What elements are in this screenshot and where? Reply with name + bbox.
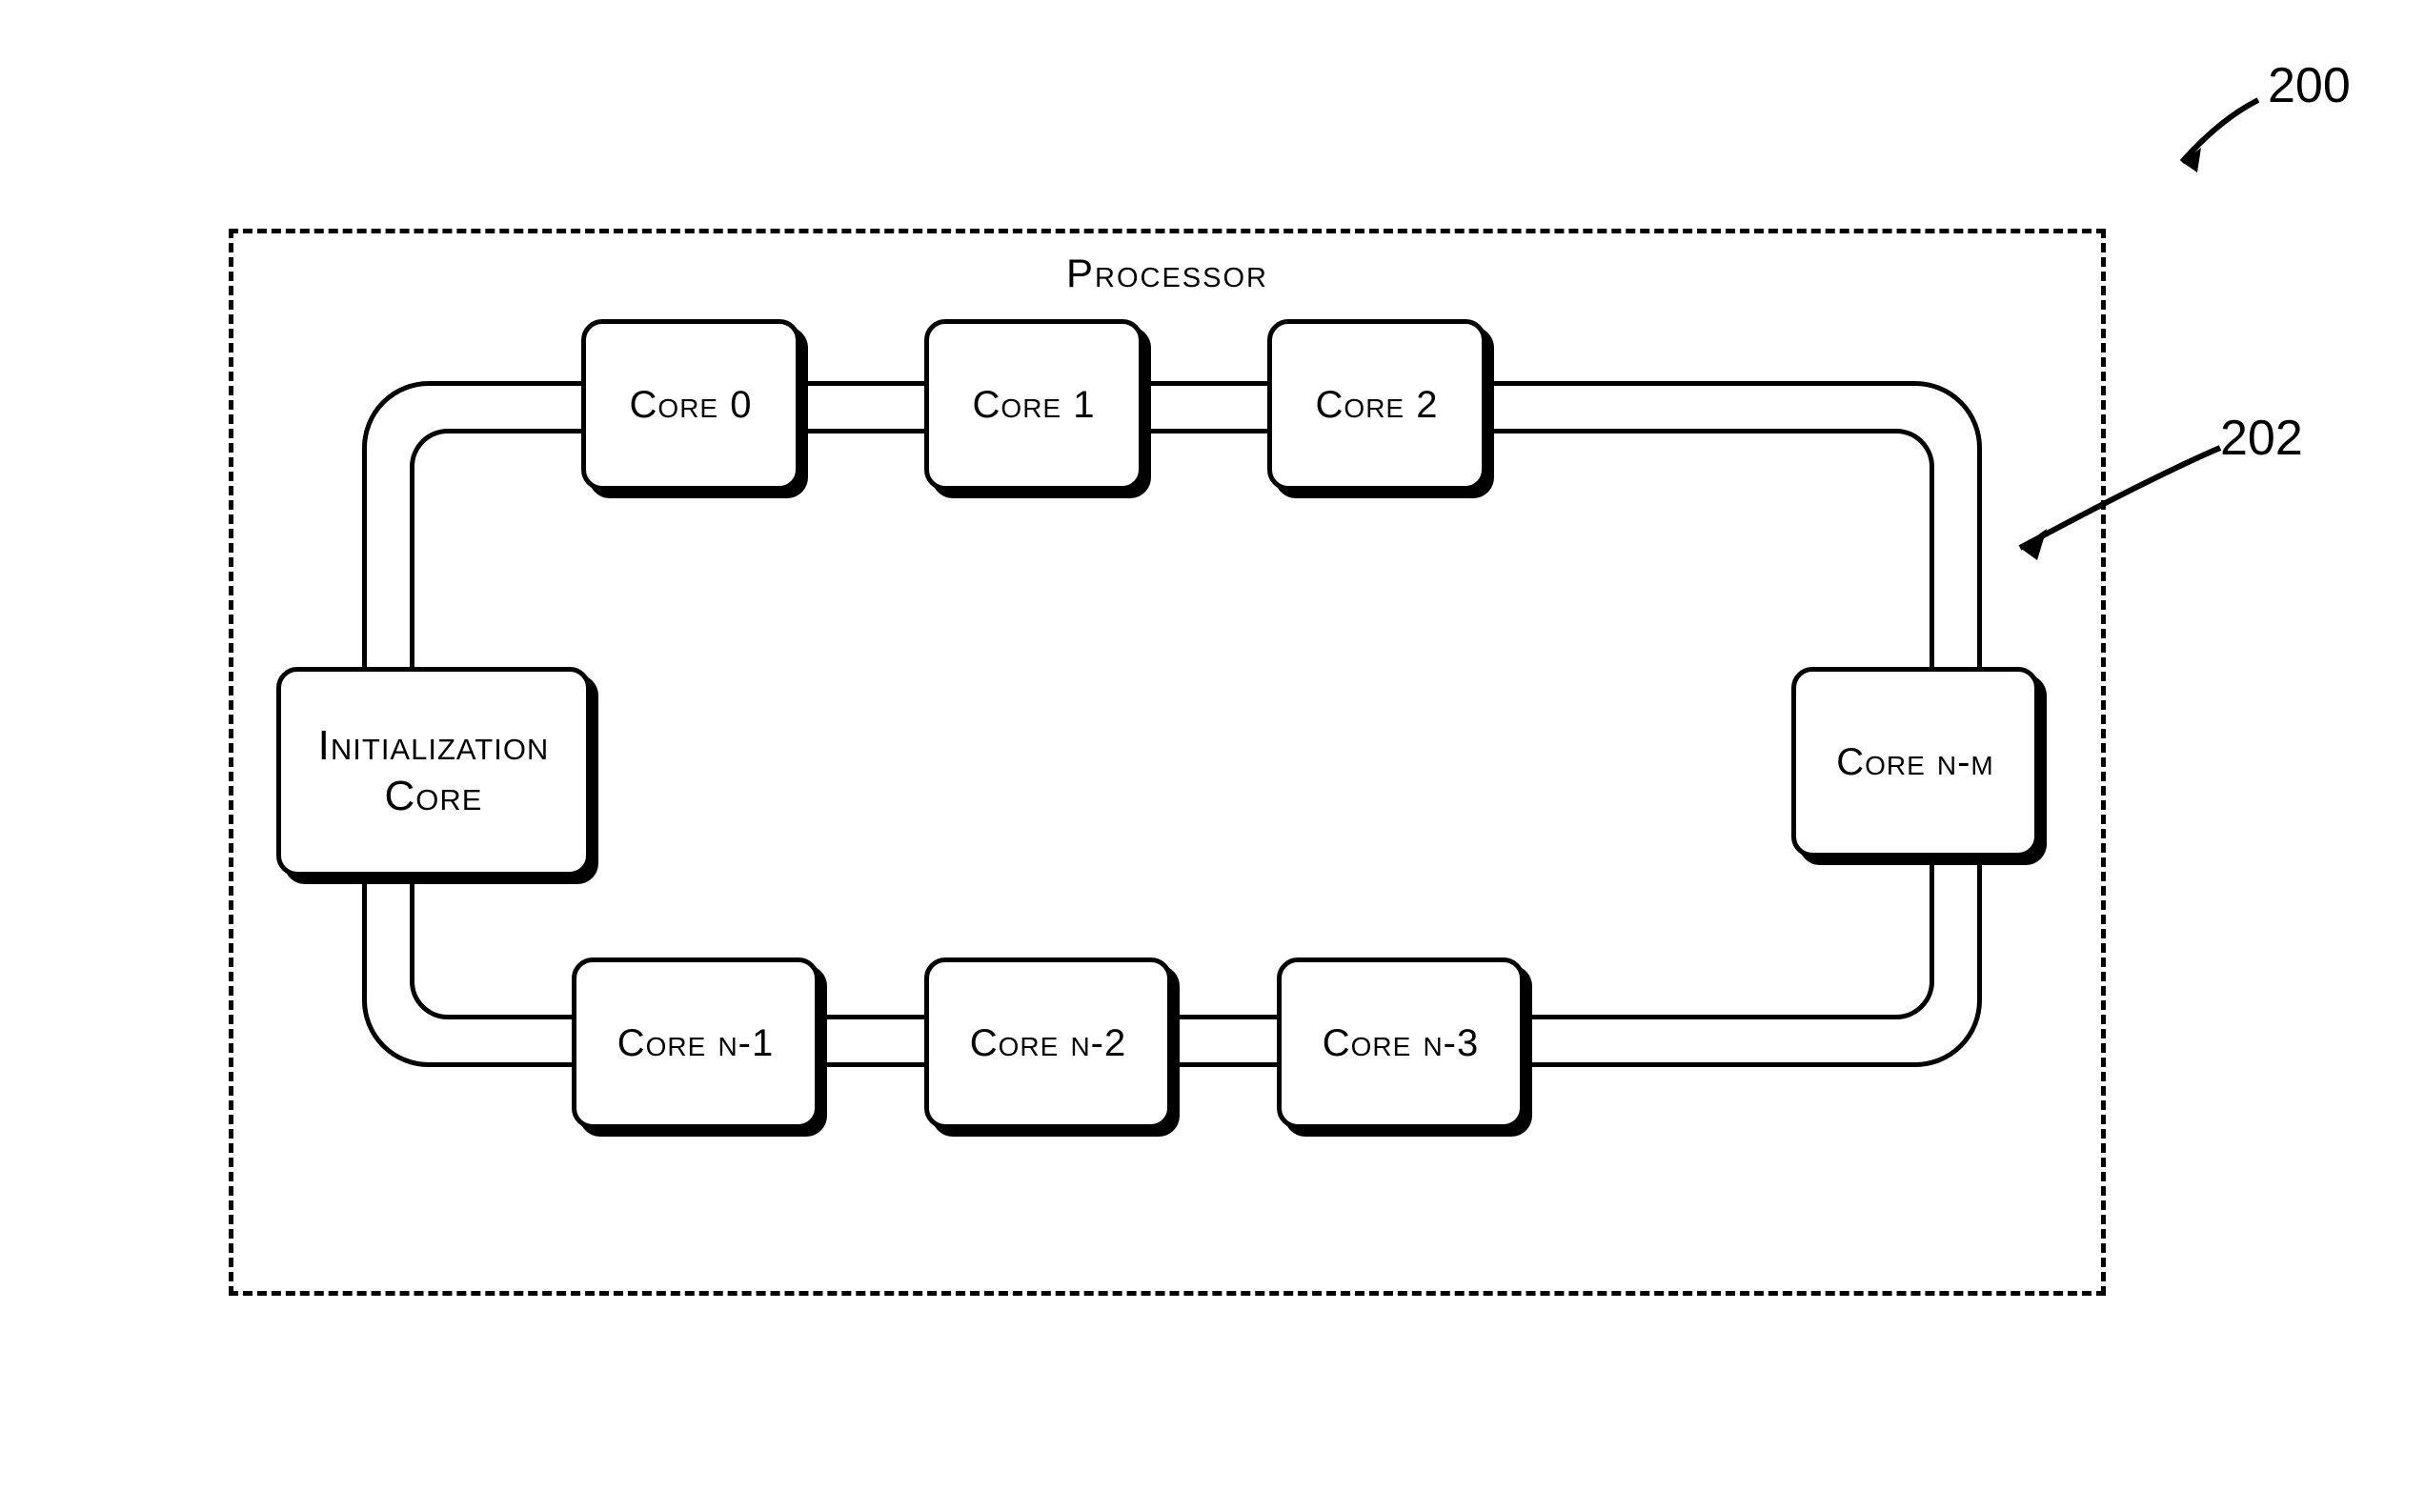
node-label: Core 1 — [973, 382, 1096, 428]
node-label: Core n-1 — [617, 1020, 774, 1066]
node-label: Core 0 — [630, 382, 753, 428]
node-core-n-2: Core n-2 — [924, 958, 1172, 1129]
node-label: Initialization Core — [281, 721, 586, 822]
node-initialization-core: Initialization Core — [276, 667, 591, 877]
node-label: Core n-2 — [970, 1020, 1126, 1066]
reference-label-200: 200 — [2268, 57, 2351, 114]
arrow-200-icon — [2153, 91, 2268, 186]
processor-label: Processor — [233, 251, 2101, 296]
node-label: Core 2 — [1316, 382, 1439, 428]
node-core-n-m: Core n-m — [1791, 667, 2039, 857]
reference-label-202: 202 — [2220, 410, 2303, 467]
node-core-2: Core 2 — [1267, 319, 1486, 491]
node-label: Core n-m — [1836, 739, 1994, 785]
ring-bus-inner — [410, 429, 1934, 1019]
node-core-n-1: Core n-1 — [572, 958, 819, 1129]
node-core-0: Core 0 — [581, 319, 800, 491]
node-core-n-3: Core n-3 — [1277, 958, 1525, 1129]
node-core-1: Core 1 — [924, 319, 1143, 491]
node-label: Core n-3 — [1323, 1020, 1479, 1066]
